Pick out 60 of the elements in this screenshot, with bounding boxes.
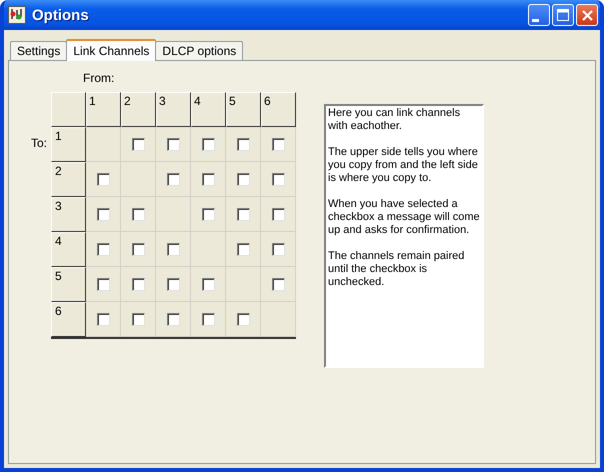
column-header: 6 [261,92,296,127]
checkbox[interactable] [236,242,250,256]
row-header: 6 [51,302,86,337]
checkbox[interactable] [236,312,250,326]
checkbox[interactable] [272,242,284,256]
column-header: 2 [121,92,156,127]
checkbox[interactable] [96,242,110,256]
checkbox[interactable] [132,138,144,150]
minimize-button[interactable] [528,4,550,26]
help-paragraph: Here you can link channels with eachother. [328,107,462,133]
checkbox[interactable] [132,312,144,326]
row-header: 1 [51,127,86,162]
app-icon [8,6,26,24]
help-paragraph: The upper side tells you where you copy from and the left side is where you copy to. [328,146,479,185]
tab[interactable]: Settings [10,41,68,60]
checkbox[interactable] [202,208,214,220]
checkbox[interactable] [166,242,180,256]
checkbox[interactable] [202,278,214,290]
checkbox[interactable] [166,138,180,150]
tab[interactable]: Link Channels [66,39,156,61]
tab[interactable]: DLCP options [155,41,244,60]
checkbox[interactable] [96,312,110,326]
column-header: 3 [156,92,191,127]
checkbox[interactable] [166,312,180,326]
checkbox[interactable] [202,172,214,186]
checkbox[interactable] [236,208,250,220]
checkbox[interactable] [132,242,144,256]
checkbox[interactable] [272,208,284,220]
maximize-button[interactable] [552,4,574,26]
column-header: 4 [191,92,226,127]
checkbox[interactable] [132,208,144,220]
row-header: 3 [51,197,86,232]
help-paragraph: When you have selected a checkbox a message will come up and asks for confirmation. [328,198,480,237]
corner-header [51,92,86,127]
checkbox[interactable] [166,278,180,290]
row-header: 2 [51,162,86,197]
close-button[interactable] [576,4,598,26]
help-paragraph: The channels remain paired until the checkbox is unchecked. [328,250,466,289]
checkbox[interactable] [202,312,214,326]
checkbox[interactable] [96,172,110,186]
column-header: 5 [226,92,261,127]
window-title: Options [32,6,90,24]
from-label: From: [83,71,116,85]
to-label: To: [31,136,48,152]
checkbox[interactable] [166,172,180,186]
checkbox[interactable] [236,172,250,186]
checkbox[interactable] [96,208,110,220]
row-header: 5 [51,267,86,302]
checkbox[interactable] [272,278,284,290]
column-header: 1 [86,92,121,127]
checkbox[interactable] [96,278,110,290]
maximize-icon [557,9,569,21]
checkbox[interactable] [272,172,284,186]
minimize-icon [532,18,538,22]
row-header: 4 [51,232,86,267]
checkbox[interactable] [236,138,250,150]
close-icon [582,10,592,20]
checkbox[interactable] [202,138,214,150]
checkbox[interactable] [272,138,284,150]
checkbox[interactable] [132,278,144,290]
